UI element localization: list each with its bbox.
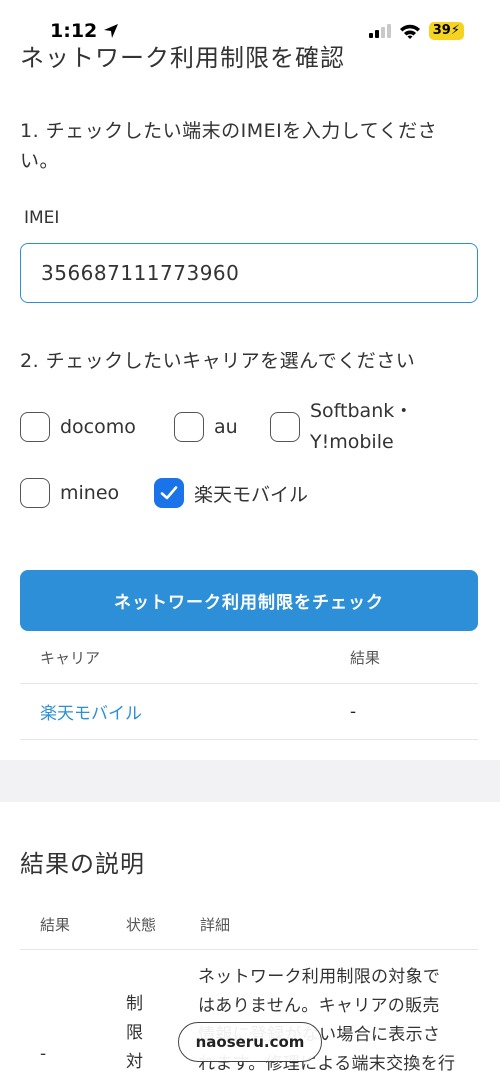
results-header-row: キャリア 結果 bbox=[20, 632, 478, 684]
imei-value: 356687111773960 bbox=[41, 261, 240, 285]
table-row: 楽天モバイル - bbox=[20, 684, 478, 740]
imei-label: IMEI bbox=[24, 208, 60, 228]
step2-instruction: 2. チェックしたいキャリアを選んでください bbox=[20, 350, 416, 372]
step1-instruction: 1. チェックしたい端末のIMEIを入力してください。 bbox=[20, 120, 438, 172]
checkbox[interactable] bbox=[20, 478, 50, 508]
check-network-restriction-button[interactable]: ネットワーク利用制限をチェック bbox=[20, 570, 478, 631]
result-value-cell: - bbox=[350, 701, 357, 722]
battery-indicator: 39⚡ bbox=[428, 22, 464, 40]
cell-signal-icon bbox=[368, 24, 391, 38]
header-result: 結果 bbox=[40, 916, 71, 934]
header-state: 状態 bbox=[126, 916, 157, 934]
checkbox[interactable] bbox=[20, 412, 50, 442]
imei-input[interactable]: 356687111773960 bbox=[20, 243, 478, 303]
explanation-header-row: 結果 状態 詳細 bbox=[20, 902, 478, 950]
checkbox[interactable] bbox=[270, 412, 300, 442]
carrier-label: au bbox=[214, 416, 238, 438]
header-result: 結果 bbox=[350, 649, 381, 667]
page-title: ネットワーク利用制限を確認 bbox=[20, 44, 345, 72]
carrier-option-mineo[interactable]: mineo bbox=[20, 478, 119, 508]
header-detail: 詳細 bbox=[200, 916, 231, 934]
section-divider bbox=[0, 760, 500, 802]
carrier-option-softbank[interactable]: Softbank・ Y!mobile bbox=[270, 396, 413, 458]
carrier-label: docomo bbox=[60, 416, 136, 438]
battery-level: 39 bbox=[432, 23, 451, 38]
explanation-result-cell: - bbox=[40, 1044, 47, 1064]
charging-bolt-icon: ⚡ bbox=[450, 23, 460, 38]
carrier-label: Softbank・ Y!mobile bbox=[310, 400, 414, 453]
carrier-label: 楽天モバイル bbox=[194, 483, 309, 506]
checkbox[interactable] bbox=[174, 412, 204, 442]
status-indicators: 39⚡ bbox=[368, 22, 464, 40]
header-carrier: キャリア bbox=[40, 649, 101, 667]
wifi-icon bbox=[399, 24, 420, 39]
carrier-label: mineo bbox=[60, 482, 120, 504]
location-arrow-icon bbox=[104, 24, 119, 38]
explanation-title: 結果の説明 bbox=[20, 850, 145, 878]
explanation-state-cell: 制限対象 bbox=[126, 994, 143, 1072]
carrier-option-docomo[interactable]: docomo bbox=[20, 412, 136, 442]
result-carrier-cell: 楽天モバイル bbox=[20, 699, 350, 724]
carrier-option-au[interactable]: au bbox=[174, 412, 238, 442]
carrier-option-rakuten[interactable]: 楽天モバイル bbox=[154, 478, 308, 508]
carrier-link[interactable]: 楽天モバイル bbox=[40, 704, 142, 724]
results-table: キャリア 結果 楽天モバイル - bbox=[20, 632, 478, 740]
browser-url-bar[interactable]: naoseru.com bbox=[178, 1022, 322, 1062]
checkmark-icon bbox=[160, 486, 178, 500]
checkbox-checked[interactable] bbox=[154, 478, 184, 508]
